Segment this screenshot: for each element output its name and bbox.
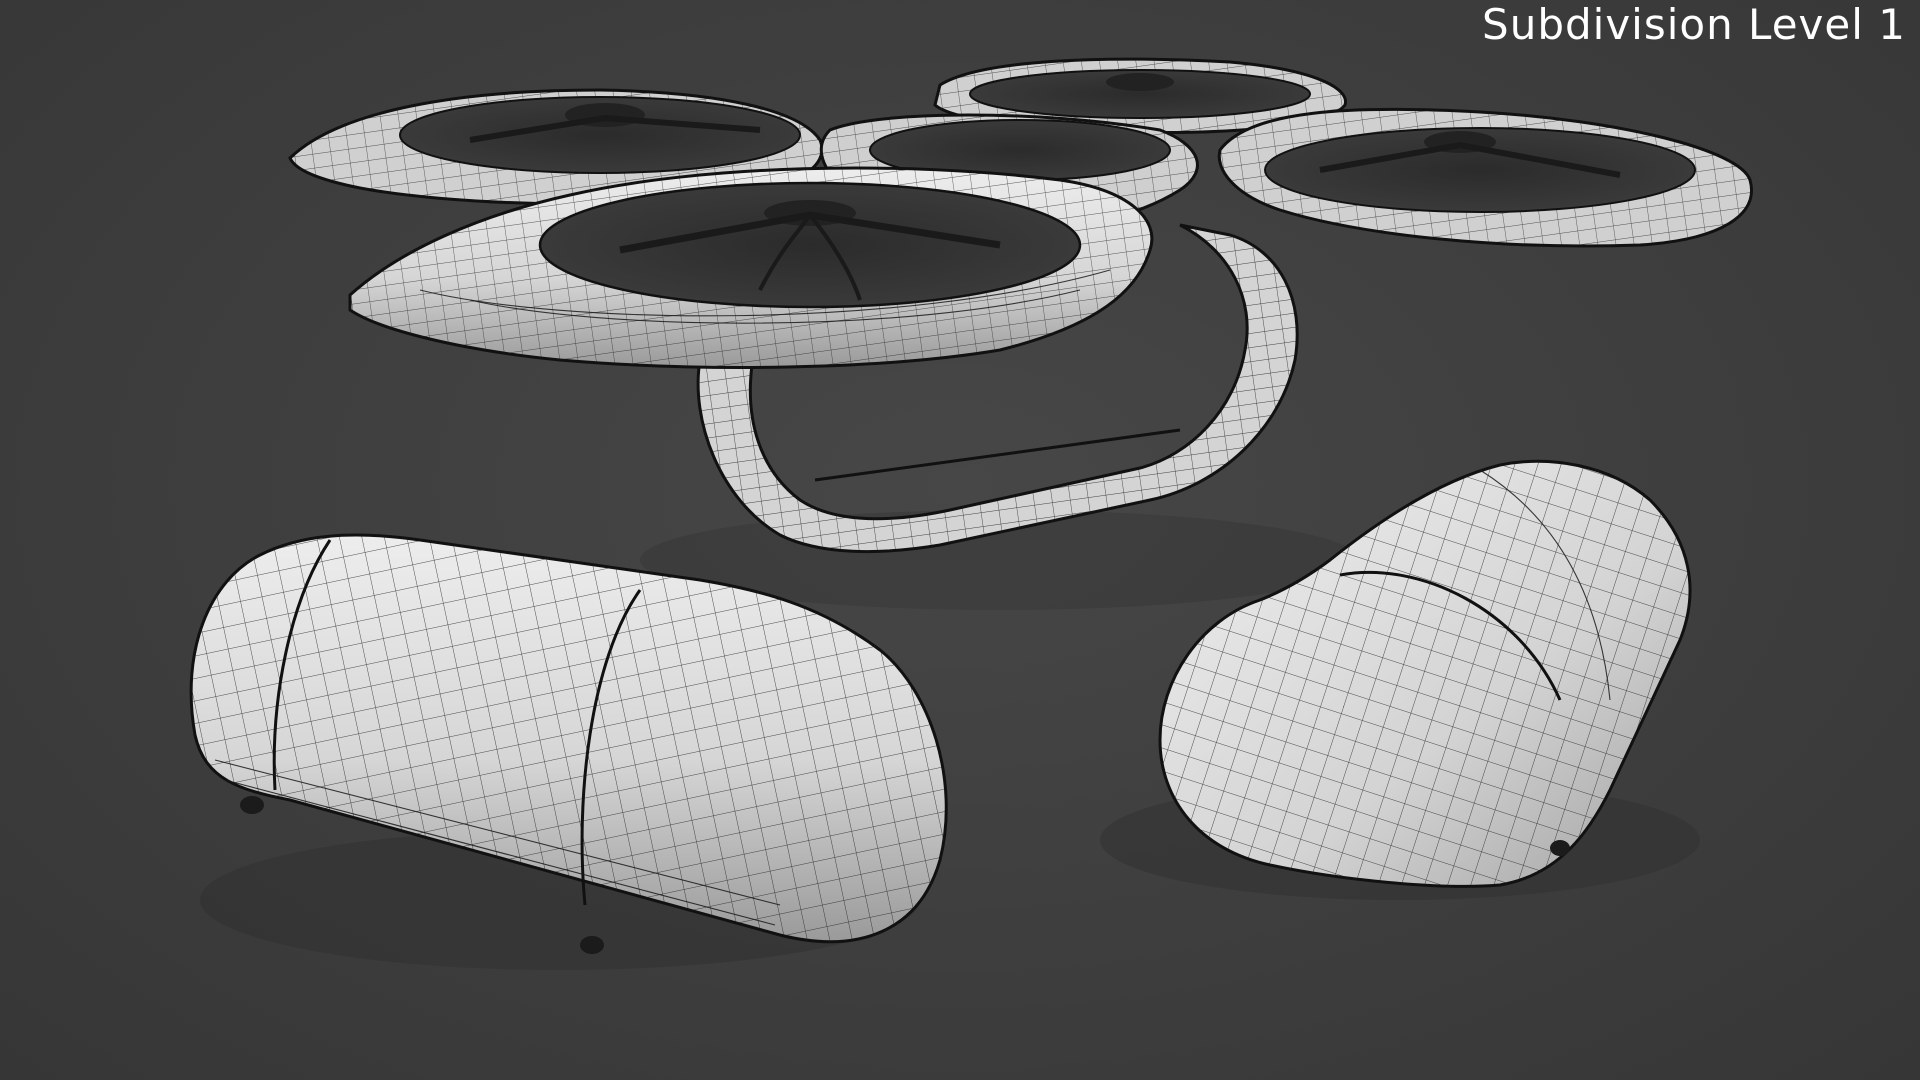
rotor-right xyxy=(1217,107,1753,248)
3d-viewport[interactable]: Subdivision Level 1 xyxy=(0,0,1920,1080)
render-scene xyxy=(189,57,1753,970)
subdivision-level-label: Subdivision Level 1 xyxy=(1482,0,1906,49)
drone-body-mesh[interactable] xyxy=(288,57,1753,369)
